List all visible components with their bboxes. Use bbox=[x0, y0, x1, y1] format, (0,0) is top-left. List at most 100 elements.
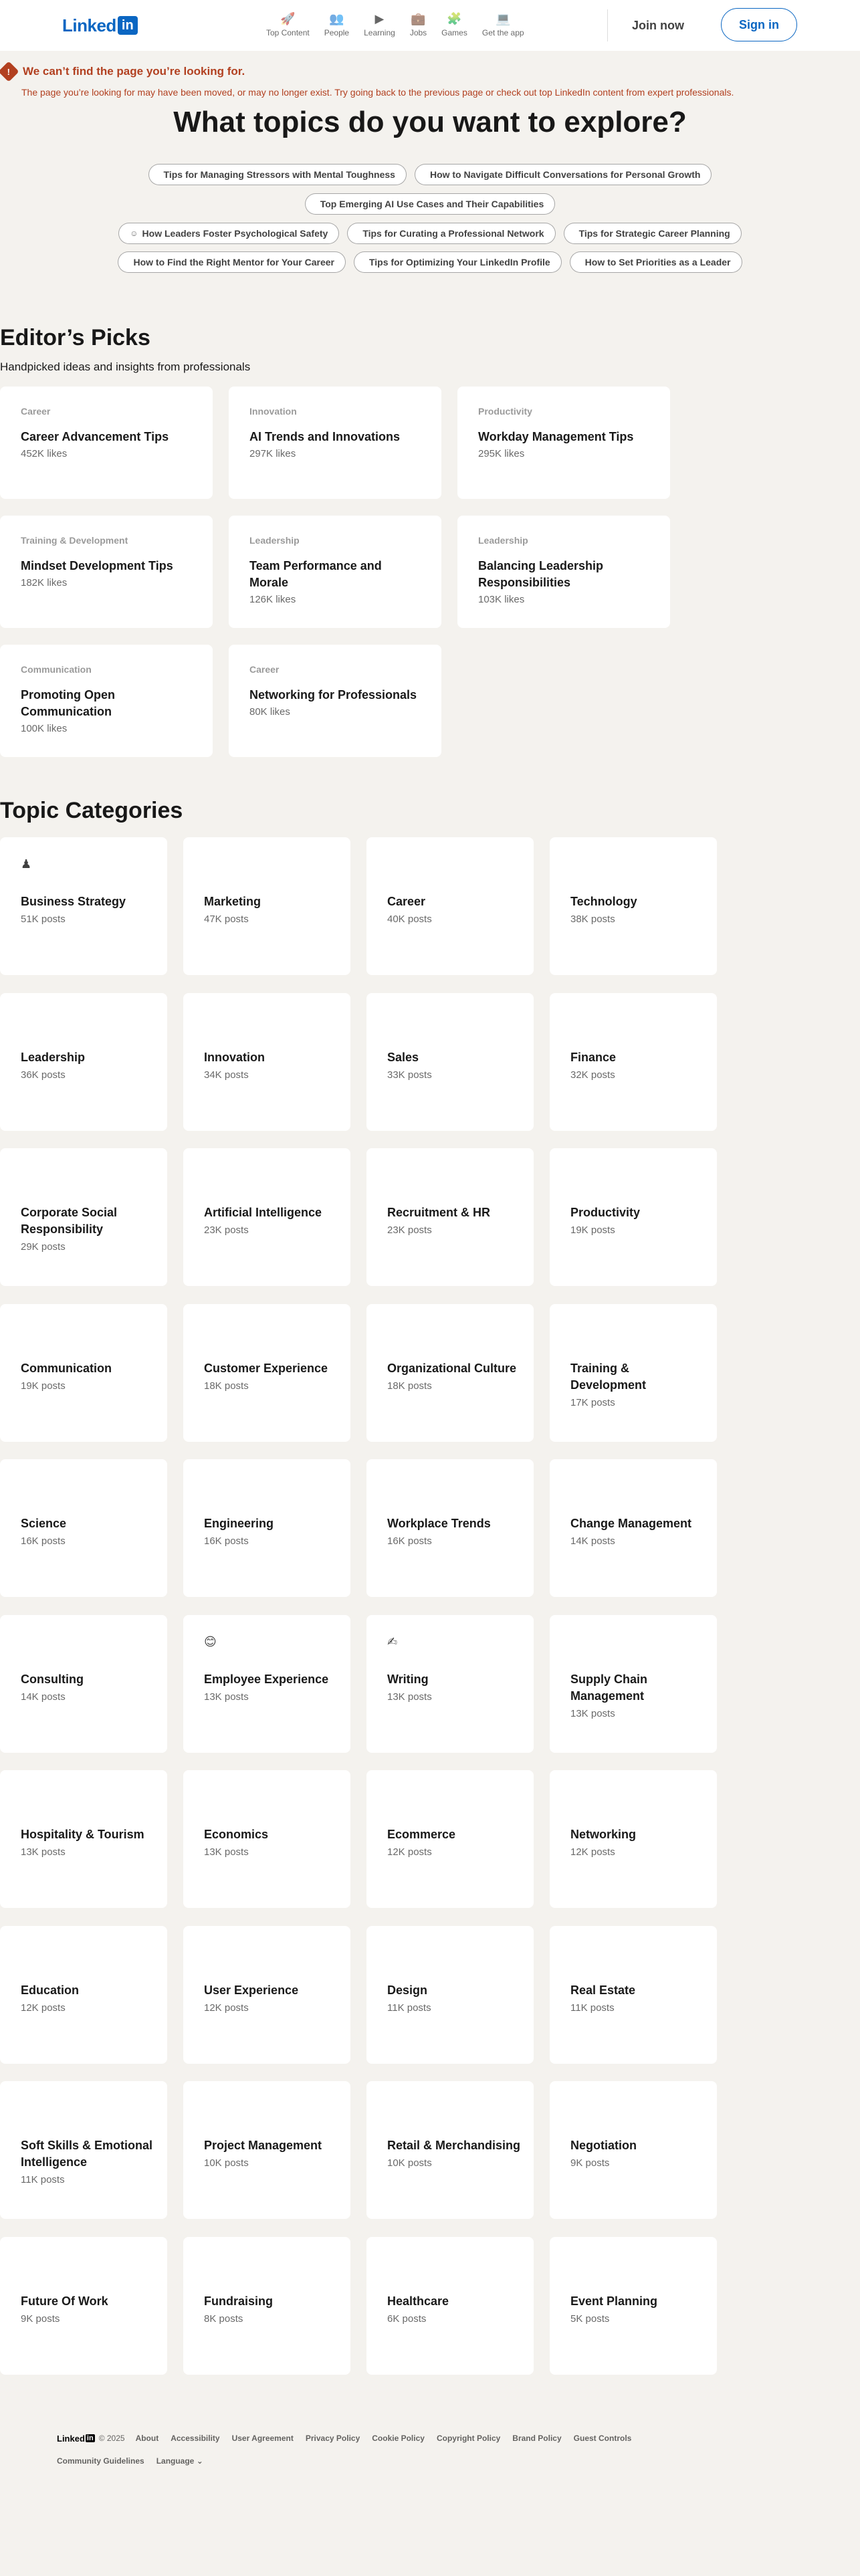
topic-pill[interactable]: Tips for Managing Stressors with Mental … bbox=[148, 164, 407, 185]
topic-category-card[interactable]: Change Management 14K posts bbox=[550, 1459, 717, 1597]
people-icon: 👥 bbox=[329, 12, 344, 25]
topic-name-text: User Experience bbox=[204, 1983, 299, 1997]
topic-post-count: 13K posts bbox=[387, 1691, 432, 1703]
topic-pill[interactable]: How to Find the Right Mentor for Your Ca… bbox=[118, 251, 346, 273]
topic-name: Productivity 19K posts bbox=[570, 1204, 704, 1239]
nav-item-games[interactable]: 🧩 Games bbox=[441, 11, 467, 37]
topic-post-count: 13K posts bbox=[204, 1846, 249, 1858]
topic-category-card[interactable]: Marketing 47K posts bbox=[183, 837, 350, 975]
topic-category-card[interactable]: Communication 19K posts bbox=[0, 1303, 167, 1442]
topic-category-card[interactable]: Workplace Trends 16K posts bbox=[366, 1459, 534, 1597]
topic-category-card[interactable]: Healthcare 6K posts bbox=[366, 2236, 534, 2375]
topic-category-card[interactable]: Ecommerce 12K posts bbox=[366, 1770, 534, 1908]
footer-link[interactable]: Brand Policy bbox=[512, 2434, 561, 2443]
topic-category-card[interactable]: Science 16K posts bbox=[0, 1459, 167, 1597]
topic-category-card[interactable]: ✍ Writing 13K posts bbox=[366, 1614, 534, 1753]
topic-name-text: Ecommerce bbox=[387, 1828, 456, 1841]
nav-item-get-the-app[interactable]: 💻 Get the app bbox=[482, 11, 524, 37]
topic-category-card[interactable]: Fundraising 8K posts bbox=[183, 2236, 350, 2375]
topic-category-card[interactable]: Design 11K posts bbox=[366, 1925, 534, 2064]
topic-category-card[interactable]: ♟ Business Strategy 51K posts bbox=[0, 837, 167, 975]
editors-pick-card[interactable]: Innovation AI Trends and Innovations 297K … bbox=[229, 387, 441, 499]
topic-pill[interactable]: Top Emerging AI Use Cases and Their Capa… bbox=[304, 193, 556, 215]
footer-link[interactable]: About bbox=[136, 2434, 159, 2443]
topic-category-card[interactable]: Soft Skills & Emotional Intelligence 11K … bbox=[0, 2081, 167, 2219]
topic-category-card[interactable]: User Experience 12K posts bbox=[183, 1925, 350, 2064]
editors-pick-card[interactable]: Career Networking for Professionals 80K li… bbox=[229, 645, 441, 757]
footer-link[interactable]: Community Guidelines bbox=[57, 2456, 144, 2466]
topic-category-card[interactable]: Innovation 34K posts bbox=[183, 992, 350, 1131]
topic-category-card[interactable]: Productivity 19K posts bbox=[550, 1148, 717, 1286]
topic-pill[interactable]: Tips for Optimizing Your LinkedIn Profil… bbox=[353, 251, 562, 273]
topic-post-count: 51K posts bbox=[21, 914, 66, 925]
topic-category-card[interactable]: Event Planning 5K posts bbox=[550, 2236, 717, 2375]
footer-logo[interactable]: Linked in bbox=[57, 2434, 95, 2444]
topic-category-card[interactable]: Engineering 16K posts bbox=[183, 1459, 350, 1597]
topic-category-card[interactable]: Consulting 14K posts bbox=[0, 1614, 167, 1753]
topic-category-card[interactable]: Supply Chain Management 13K posts bbox=[550, 1614, 717, 1753]
editors-pick-card[interactable]: Leadership Team Performance and Morale 126… bbox=[229, 516, 441, 628]
topic-category-card[interactable]: Technology 38K posts bbox=[550, 837, 717, 975]
topic-category-card[interactable]: Real Estate 11K posts bbox=[550, 1925, 717, 2064]
sign-in-button[interactable]: Sign in bbox=[721, 8, 797, 41]
topic-category-card[interactable]: Negotiation 9K posts bbox=[550, 2081, 717, 2219]
footer-link[interactable]: Cookie Policy bbox=[372, 2434, 425, 2443]
topic-category-card[interactable]: Hospitality & Tourism 13K posts bbox=[0, 1770, 167, 1908]
join-now-button[interactable]: Join now bbox=[618, 9, 698, 41]
topic-category-card[interactable]: Retail & Merchandising 10K posts bbox=[366, 2081, 534, 2219]
linkedin-logo[interactable]: Linked in bbox=[62, 15, 138, 35]
topic-category-card[interactable]: Training & Development 17K posts bbox=[550, 1303, 717, 1442]
editors-pick-card[interactable]: Leadership Balancing Leadership Responsib… bbox=[457, 516, 670, 628]
pick-category: Leadership bbox=[249, 535, 300, 546]
topic-name: Engineering 16K posts bbox=[204, 1515, 338, 1549]
topic-category-card[interactable]: Education 12K posts bbox=[0, 1925, 167, 2064]
editors-pick-card[interactable]: Career Career Advancement Tips 452K likes bbox=[0, 387, 213, 499]
topic-category-card[interactable]: Future Of Work 9K posts bbox=[0, 2236, 167, 2375]
nav-item-people[interactable]: 👥 People bbox=[324, 11, 349, 37]
topic-pill[interactable]: ☺ How Leaders Foster Psychological Safety bbox=[118, 223, 340, 244]
topic-category-card[interactable]: Corporate Social Responsibility 29K posts bbox=[0, 1148, 167, 1286]
topic-category-card[interactable]: 😊 Employee Experience 13K posts bbox=[183, 1614, 350, 1753]
nav-item-jobs[interactable]: 💼 Jobs bbox=[410, 11, 427, 37]
topic-category-card[interactable]: Artificial Intelligence 23K posts bbox=[183, 1148, 350, 1286]
topic-name: Education 12K posts bbox=[21, 1982, 154, 2016]
editors-pick-card[interactable]: Communication Promoting Open Communicatio… bbox=[0, 645, 213, 757]
topic-pill[interactable]: How to Navigate Difficult Conversations … bbox=[414, 164, 712, 185]
topic-name-text: Hospitality & Tourism bbox=[21, 1828, 144, 1841]
topic-name: Customer Experience 18K posts bbox=[204, 1360, 338, 1394]
footer-link[interactable]: Guest Controls bbox=[574, 2434, 632, 2443]
topic-post-count: 19K posts bbox=[570, 1224, 615, 1236]
topic-icon: ✍ bbox=[387, 1634, 398, 1648]
topic-category-card[interactable]: Career 40K posts bbox=[366, 837, 534, 975]
topic-pill[interactable]: Tips for Curating a Professional Network bbox=[347, 223, 556, 244]
topic-category-card[interactable]: Organizational Culture 18K posts bbox=[366, 1303, 534, 1442]
topic-pill[interactable]: Tips for Strategic Career Planning bbox=[563, 223, 742, 244]
nav-item-top-content[interactable]: 🚀 Top Content bbox=[266, 11, 310, 37]
footer-link[interactable]: Privacy Policy bbox=[306, 2434, 360, 2443]
topic-category-card[interactable]: Economics 13K posts bbox=[183, 1770, 350, 1908]
topic-name: Finance 32K posts bbox=[570, 1049, 704, 1083]
topic-category-card[interactable]: Project Management 10K posts bbox=[183, 2081, 350, 2219]
topic-category-card[interactable]: Leadership 36K posts bbox=[0, 992, 167, 1131]
topic-icon: 😊 bbox=[204, 1634, 217, 1648]
topic-category-card[interactable]: Sales 33K posts bbox=[366, 992, 534, 1131]
topic-name: Event Planning 5K posts bbox=[570, 2293, 704, 2327]
editors-pick-card[interactable]: Training & Development Mindset Developmen… bbox=[0, 516, 213, 628]
topic-category-card[interactable]: Finance 32K posts bbox=[550, 992, 717, 1131]
topic-post-count: 23K posts bbox=[204, 1224, 249, 1236]
footer-link[interactable]: User Agreement bbox=[232, 2434, 294, 2443]
language-selector[interactable]: Language ⌄ bbox=[156, 2456, 203, 2466]
topic-pill[interactable]: How to Set Priorities as a Leader bbox=[569, 251, 742, 273]
topic-post-count: 13K posts bbox=[21, 1846, 66, 1858]
nav-item-learning[interactable]: ▶ Learning bbox=[364, 11, 395, 37]
pick-title: Promoting Open Communication bbox=[21, 688, 115, 718]
topic-category-card[interactable]: Customer Experience 18K posts bbox=[183, 1303, 350, 1442]
footer-link[interactable]: Copyright Policy bbox=[437, 2434, 500, 2443]
topic-name-text: Recruitment & HR bbox=[387, 1206, 491, 1219]
editors-pick-card[interactable]: Productivity Workday Management Tips 295K … bbox=[457, 387, 670, 499]
topic-name: Workplace Trends 16K posts bbox=[387, 1515, 521, 1549]
topic-category-card[interactable]: Recruitment & HR 23K posts bbox=[366, 1148, 534, 1286]
topic-name-text: Communication bbox=[21, 1361, 112, 1375]
footer-link[interactable]: Accessibility bbox=[171, 2434, 219, 2443]
topic-category-card[interactable]: Networking 12K posts bbox=[550, 1770, 717, 1908]
